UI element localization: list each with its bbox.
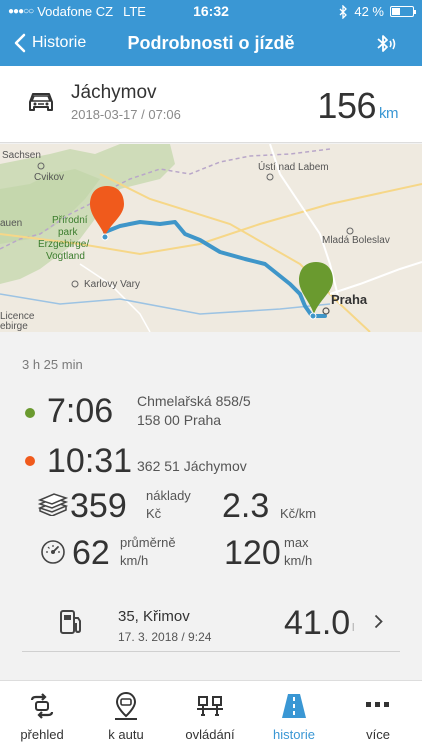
map-label: Karlovy Vary: [84, 279, 140, 290]
tab-bar: přehled k autu ovládání historie více: [0, 680, 422, 750]
trip-distance-value: 156: [317, 85, 376, 126]
bluetooth-status-icon: [339, 4, 348, 19]
map-label: Přírodní: [52, 215, 88, 226]
chevron-right-icon: [374, 614, 383, 634]
map-label: Ústí nad Labem: [258, 162, 329, 173]
tab-k-autu[interactable]: k autu: [84, 681, 168, 750]
start-address-line2: 158 00 Praha: [137, 412, 222, 428]
end-dot-icon: [25, 456, 35, 466]
max-speed-value: 120: [224, 534, 281, 572]
fuel-pump-icon: [59, 608, 83, 641]
nav-bar: Historie Podrobnosti o jízdě: [0, 22, 422, 66]
trip-distance-unit: km: [379, 105, 399, 122]
fuel-date: 17. 3. 2018 / 9:24: [118, 630, 212, 644]
avg-speed-unit: km/h: [120, 553, 149, 568]
avg-speed-value: 62: [72, 534, 110, 572]
status-bar: ●●●○○ Vodafone CZ LTE 16:32 42 %: [0, 0, 422, 22]
road-icon: [252, 691, 336, 721]
max-speed-unit: km/h: [284, 553, 313, 568]
map-label: Erzgebirge/: [38, 239, 90, 250]
more-icon: [336, 701, 420, 709]
start-dot-icon: [25, 408, 35, 418]
status-right: 42 %: [339, 4, 416, 19]
end-row: 10:31 362 51 Jáchymov: [0, 438, 422, 484]
end-address: 362 51 Jáchymov: [137, 458, 247, 474]
start-time: 7:06: [47, 392, 114, 430]
overview-icon: [0, 691, 84, 721]
bluetooth-signal-icon: [377, 35, 396, 52]
remote-control-icon: [168, 691, 252, 721]
end-pin-icon: [90, 186, 124, 241]
avg-speed-label: průměrně: [120, 535, 176, 550]
rate-unit: Kč/km: [280, 506, 317, 521]
map-label: Mladá Boleslav: [322, 235, 390, 246]
start-pin-icon: [299, 262, 333, 320]
map-label: Vogtland: [46, 251, 85, 262]
battery-percent: 42 %: [354, 4, 384, 19]
start-row: 7:06 Chmelařská 858/5 158 00 Praha: [0, 388, 422, 434]
fuel-station: 35, Křimov: [118, 608, 190, 625]
cost-value: 359: [70, 487, 127, 525]
car-icon: [28, 91, 54, 118]
tab-label: více: [366, 727, 390, 742]
map-label: ebirge: [0, 321, 28, 332]
trip-destination: Jáchymov: [71, 82, 157, 103]
map-label: Cvikov: [34, 172, 65, 183]
max-speed-label: max: [284, 535, 309, 550]
rate-value: 2.3: [222, 487, 270, 525]
tab-historie[interactable]: historie: [252, 681, 336, 750]
end-time: 10:31: [47, 442, 133, 480]
river: [0, 293, 331, 315]
fuel-amount: 41.0: [284, 604, 351, 642]
road: [329, 261, 422, 295]
map-label: Praha: [331, 292, 368, 307]
city-marker: [71, 280, 79, 288]
fuel-unit: l: [352, 622, 355, 634]
trip-datetime: 2018-03-17 / 07:06: [71, 107, 181, 122]
battery-icon: [390, 6, 416, 17]
bluetooth-button[interactable]: [374, 32, 398, 61]
cost-unit: Kč: [146, 506, 162, 521]
start-address-line1: Chmelařská 858/5: [137, 393, 251, 409]
cost-label: náklady: [146, 488, 191, 503]
tab-ovladani[interactable]: ovládání: [168, 681, 252, 750]
road: [79, 263, 151, 332]
map-label: auen: [0, 218, 23, 229]
money-stack-icon: [37, 492, 69, 521]
trip-distance: 156 km: [317, 85, 398, 127]
speedometer-icon: [40, 539, 66, 570]
city-marker: [266, 173, 274, 181]
city-marker: [322, 307, 330, 315]
cost-row: 359 náklady Kč 2.3 Kč/km: [0, 483, 422, 529]
city-marker: [346, 227, 354, 235]
map-pin-car-icon: [84, 691, 168, 721]
route-map[interactable]: Sachsen Cvikov Ústí nad Labem Mladá Bole…: [0, 144, 422, 332]
trip-summary: Jáchymov 2018-03-17 / 07:06 156 km: [0, 66, 422, 143]
map-label: park: [58, 227, 78, 238]
tab-label: historie: [273, 727, 315, 742]
tab-label: ovládání: [185, 727, 235, 742]
tab-label: přehled: [20, 727, 64, 742]
tab-label: k autu: [108, 727, 144, 742]
tab-vice[interactable]: více: [336, 681, 420, 750]
speed-row: 62 průměrně km/h 120 max km/h: [0, 530, 422, 576]
map-label: Sachsen: [2, 150, 41, 161]
page-title: Podrobnosti o jízdě: [127, 33, 295, 53]
tab-prehled[interactable]: přehled: [0, 681, 84, 750]
trip-duration: 3 h 25 min: [22, 357, 83, 372]
fuel-refill-item[interactable]: 35, Křimov 17. 3. 2018 / 9:24 41.0 l: [22, 596, 400, 652]
